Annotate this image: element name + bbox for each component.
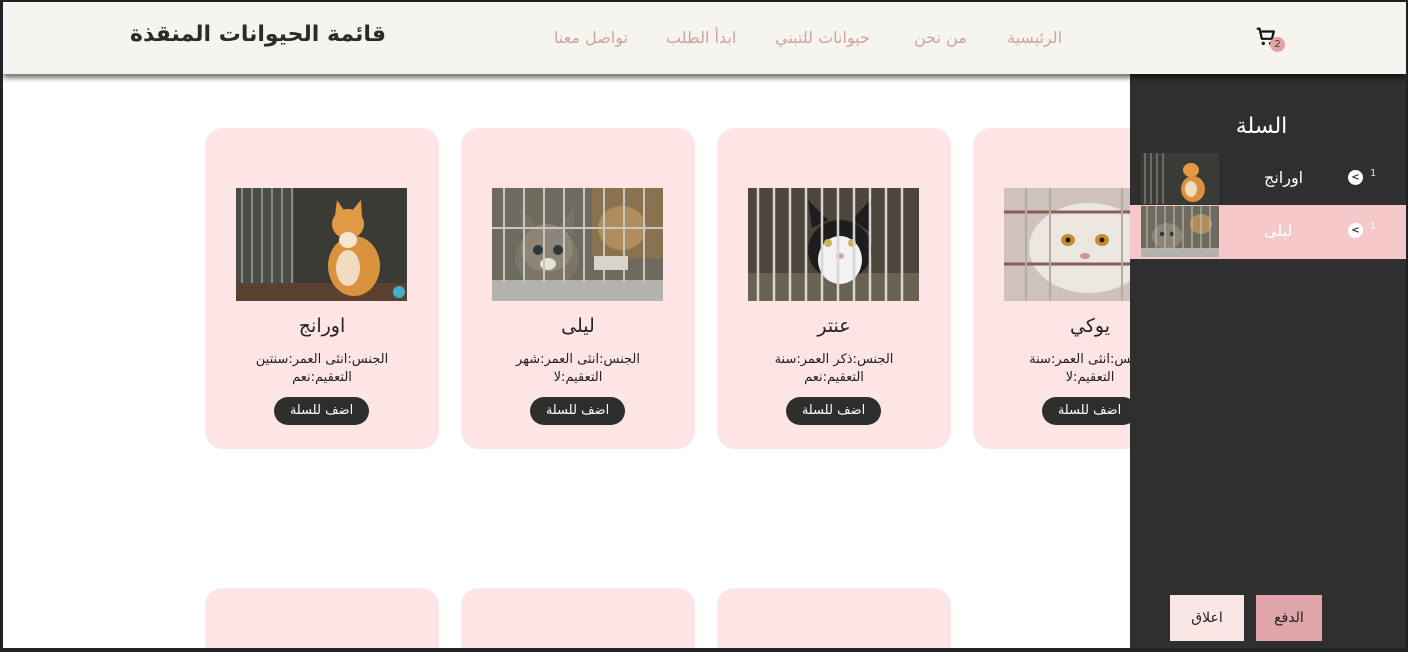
animal-name: اورانج: [298, 315, 346, 337]
cart-item: ليلى < 1: [1130, 205, 1406, 259]
cart-item-name: ليلى: [1264, 221, 1293, 240]
animal-gender-age: الجنس:انثى العمر:شهر: [516, 352, 640, 367]
cart-count-badge: 2: [1270, 37, 1285, 52]
animal-card: [205, 588, 439, 648]
nav-contact[interactable]: تواصل معنا: [554, 28, 628, 47]
cart-item-remove-button[interactable]: <: [1348, 170, 1363, 185]
nav-adoption[interactable]: حيوانات للتبني: [775, 28, 870, 47]
nav-home[interactable]: الرئيسية: [1007, 28, 1062, 47]
animal-neutered: التعقيم:لا: [553, 370, 603, 385]
cart-title: السلة: [1235, 114, 1288, 139]
close-cart-button[interactable]: اعلاق: [1170, 595, 1244, 641]
nav-about[interactable]: من نحن: [914, 28, 967, 47]
cart-item-remove-button[interactable]: <: [1348, 223, 1363, 238]
cart-item: اورانج < 1: [1130, 152, 1406, 206]
animal-photo-layla: [492, 188, 663, 301]
animal-neutered: التعقيم:نعم: [292, 370, 352, 385]
checkout-button[interactable]: الدفع: [1256, 595, 1322, 641]
add-to-cart-button[interactable]: اضف للسلة: [1042, 397, 1137, 425]
animal-photo-orange: [236, 188, 407, 301]
animal-gender-age: الجنس:ذكر العمر:سنة: [774, 352, 894, 367]
add-to-cart-button[interactable]: اضف للسلة: [786, 397, 881, 425]
animal-card-orange: اورانج الجنس:انثى العمر:سنتين التعقيم:نع…: [205, 128, 439, 449]
animal-neutered: التعقيم:نعم: [804, 370, 864, 385]
cart-item-thumbnail: [1141, 153, 1219, 204]
animal-gender-age: الجنس:انثى العمر:سنتين: [255, 352, 389, 367]
cart-item-name: اورانج: [1264, 168, 1304, 187]
site-title: قائمة الحيوانات المنقذة: [130, 22, 386, 47]
cart-item-quantity: 1: [1370, 168, 1377, 179]
animal-card: [717, 588, 951, 648]
animal-name: عنتر: [817, 315, 851, 337]
cart-button[interactable]: 2: [1253, 22, 1289, 56]
animal-card-antar: عنتر الجنس:ذكر العمر:سنة التعقيم:نعم اضف…: [717, 128, 951, 449]
nav-start-order[interactable]: ابدأ الطلب: [666, 28, 736, 47]
cart-panel: السلة اورانج < 1 ليلى < 1 الدفع اعلاق: [1130, 74, 1406, 648]
page: قائمة الحيوانات المنقذة تواصل معنا ابدأ …: [3, 2, 1406, 648]
cart-item-thumbnail: [1141, 206, 1219, 257]
top-navbar: قائمة الحيوانات المنقذة تواصل معنا ابدأ …: [3, 2, 1406, 74]
animal-name: ليلى: [561, 315, 595, 337]
cart-item-quantity: 1: [1370, 221, 1377, 232]
animal-photo-antar: [748, 188, 919, 301]
add-to-cart-button[interactable]: اضف للسلة: [274, 397, 369, 425]
add-to-cart-button[interactable]: اضف للسلة: [530, 397, 625, 425]
animal-card: [461, 588, 695, 648]
animal-card-layla: ليلى الجنس:انثى العمر:شهر التعقيم:لا اضف…: [461, 128, 695, 449]
